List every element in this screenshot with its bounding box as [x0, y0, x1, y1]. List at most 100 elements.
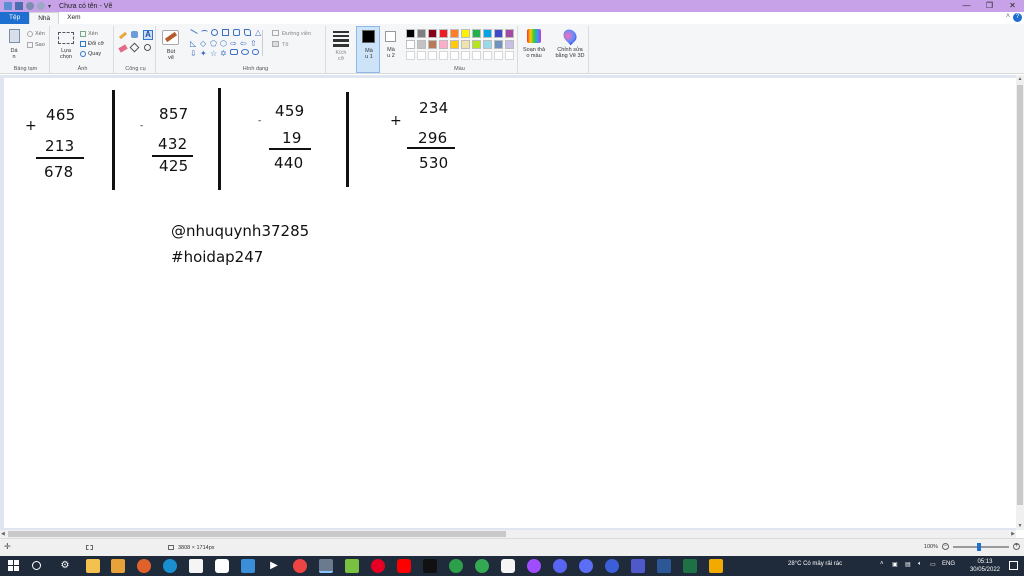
- notification-icon[interactable]: [1009, 561, 1018, 570]
- color-swatch[interactable]: [417, 29, 426, 38]
- color-swatch[interactable]: [472, 29, 481, 38]
- scroll-left-icon[interactable]: ◀: [1, 530, 5, 538]
- color-swatch[interactable]: [439, 29, 448, 38]
- zoom-out-icon[interactable]: −: [942, 543, 949, 550]
- color-swatch[interactable]: [505, 40, 514, 49]
- color2-button[interactable]: Mà u 2: [381, 26, 401, 73]
- right-triangle-shape-icon[interactable]: ◺: [190, 39, 196, 48]
- youtube-icon[interactable]: [397, 559, 411, 573]
- crop-label[interactable]: Xén: [88, 31, 98, 37]
- color-swatch[interactable]: [494, 29, 503, 38]
- tab-view[interactable]: Xem: [59, 12, 88, 24]
- six-point-star-shape-icon[interactable]: ✡: [220, 49, 227, 58]
- zoom-slider-knob[interactable]: [977, 542, 981, 551]
- cloud-shape-icon[interactable]: [252, 49, 259, 55]
- rotate-label[interactable]: Quay: [88, 51, 101, 57]
- color-swatch[interactable]: [472, 40, 481, 49]
- pentagon-shape-icon[interactable]: ⬠: [210, 39, 217, 48]
- close-button[interactable]: ✕: [1001, 0, 1024, 12]
- language-indicator[interactable]: ENG: [942, 561, 955, 567]
- volume-icon[interactable]: 🔈︎: [918, 561, 922, 568]
- diamond-shape-icon[interactable]: ◇: [200, 39, 206, 48]
- battery-icon[interactable]: ▭: [930, 561, 936, 568]
- tray-app-icon[interactable]: ▣: [892, 561, 898, 568]
- taskbar-app-icon[interactable]: [709, 559, 723, 573]
- search-icon[interactable]: [32, 561, 41, 570]
- custom-color-swatch[interactable]: [439, 51, 448, 60]
- four-point-star-shape-icon[interactable]: ✦: [200, 49, 207, 58]
- oval-shape-icon[interactable]: [211, 29, 218, 36]
- tray-overflow-icon[interactable]: ˄: [880, 561, 884, 567]
- pencil-icon[interactable]: [118, 31, 128, 40]
- resize-icon[interactable]: [80, 41, 86, 47]
- copy-label[interactable]: Sao: [35, 42, 45, 48]
- redo-icon[interactable]: [37, 2, 45, 10]
- color-swatch[interactable]: [450, 29, 459, 38]
- hexagon-shape-icon[interactable]: ⬡: [220, 39, 227, 48]
- clock[interactable]: 05:13 30/05/2022: [970, 558, 1000, 574]
- media-player-icon[interactable]: ▶: [267, 559, 281, 573]
- fill-label[interactable]: Tô: [282, 42, 288, 48]
- messenger-2-icon[interactable]: [605, 559, 619, 573]
- color-swatch[interactable]: [505, 29, 514, 38]
- tiktok-icon[interactable]: [423, 559, 437, 573]
- paint3d-label[interactable]: Chỉnh sửa bằng Vẽ 3D: [551, 47, 589, 59]
- edit-colors-label[interactable]: Soạn thả o màu: [518, 47, 550, 59]
- tab-file[interactable]: Tệp: [0, 12, 30, 24]
- help-icon[interactable]: ?: [1013, 13, 1022, 22]
- weather-widget[interactable]: 28°C Có mây rải rác: [788, 561, 842, 567]
- color-swatch[interactable]: [450, 40, 459, 49]
- custom-color-swatch[interactable]: [483, 51, 492, 60]
- text-icon[interactable]: A: [143, 30, 153, 40]
- outline-label[interactable]: Đường viền: [282, 31, 311, 37]
- color-swatch[interactable]: [461, 29, 470, 38]
- paste-icon[interactable]: [9, 29, 20, 43]
- custom-color-swatch[interactable]: [450, 51, 459, 60]
- files-app-icon[interactable]: [111, 559, 125, 573]
- scroll-down-icon[interactable]: ▼: [1016, 523, 1024, 529]
- eraser-icon[interactable]: [118, 44, 128, 53]
- color1-button[interactable]: Mà u 1: [356, 26, 380, 73]
- scroll-right-icon[interactable]: ▶: [1011, 530, 1015, 538]
- paint3d-icon[interactable]: [560, 26, 580, 46]
- custom-color-swatch[interactable]: [406, 51, 415, 60]
- edge-icon[interactable]: [163, 559, 177, 573]
- callout-oval-shape-icon[interactable]: [241, 49, 249, 55]
- discord-icon[interactable]: [553, 559, 567, 573]
- arrow-down-shape-icon[interactable]: ⇩: [190, 49, 197, 58]
- triangle-shape-icon[interactable]: △: [255, 28, 261, 37]
- file-explorer-icon[interactable]: [86, 559, 100, 573]
- color-swatch[interactable]: [461, 40, 470, 49]
- crop-icon[interactable]: [80, 31, 86, 37]
- select-icon[interactable]: [58, 32, 74, 44]
- customize-toolbar-icon[interactable]: ▾: [48, 3, 51, 10]
- windows-start-icon[interactable]: [8, 560, 19, 571]
- arrow-left-shape-icon[interactable]: ⇦: [240, 39, 247, 48]
- brushes-button-label[interactable]: Bút vẽ: [160, 49, 182, 61]
- curve-shape-icon[interactable]: [201, 30, 208, 34]
- rectangle-shape-icon[interactable]: [222, 29, 229, 36]
- polygon-shape-icon[interactable]: [244, 29, 251, 36]
- messenger-icon[interactable]: [527, 559, 541, 573]
- discord-2-icon[interactable]: [579, 559, 593, 573]
- vertical-scrollbar[interactable]: ▲ ▼: [1016, 75, 1024, 530]
- size-button-label[interactable]: Kích cỡ: [329, 50, 353, 62]
- zalo-icon[interactable]: [501, 559, 515, 573]
- undo-icon[interactable]: [26, 2, 34, 10]
- color-swatch[interactable]: [428, 29, 437, 38]
- camera-icon[interactable]: [215, 559, 229, 573]
- tab-home[interactable]: Nhà: [29, 12, 60, 24]
- rotate-icon[interactable]: [80, 51, 86, 57]
- collapse-ribbon-icon[interactable]: ˄: [1006, 13, 1010, 20]
- shapes-scroll[interactable]: [262, 30, 266, 56]
- color-swatch[interactable]: [439, 40, 448, 49]
- chrome-icon[interactable]: [293, 559, 307, 573]
- minimize-button[interactable]: —: [955, 0, 978, 12]
- custom-color-swatch[interactable]: [505, 51, 514, 60]
- paint-taskbar-icon[interactable]: [319, 559, 333, 573]
- custom-color-swatch[interactable]: [472, 51, 481, 60]
- arrow-right-shape-icon[interactable]: ⇨: [230, 39, 237, 48]
- teams-icon[interactable]: [631, 559, 645, 573]
- paint-app-icon[interactable]: [4, 2, 12, 10]
- select-button-label[interactable]: Lựa chọn: [54, 48, 78, 60]
